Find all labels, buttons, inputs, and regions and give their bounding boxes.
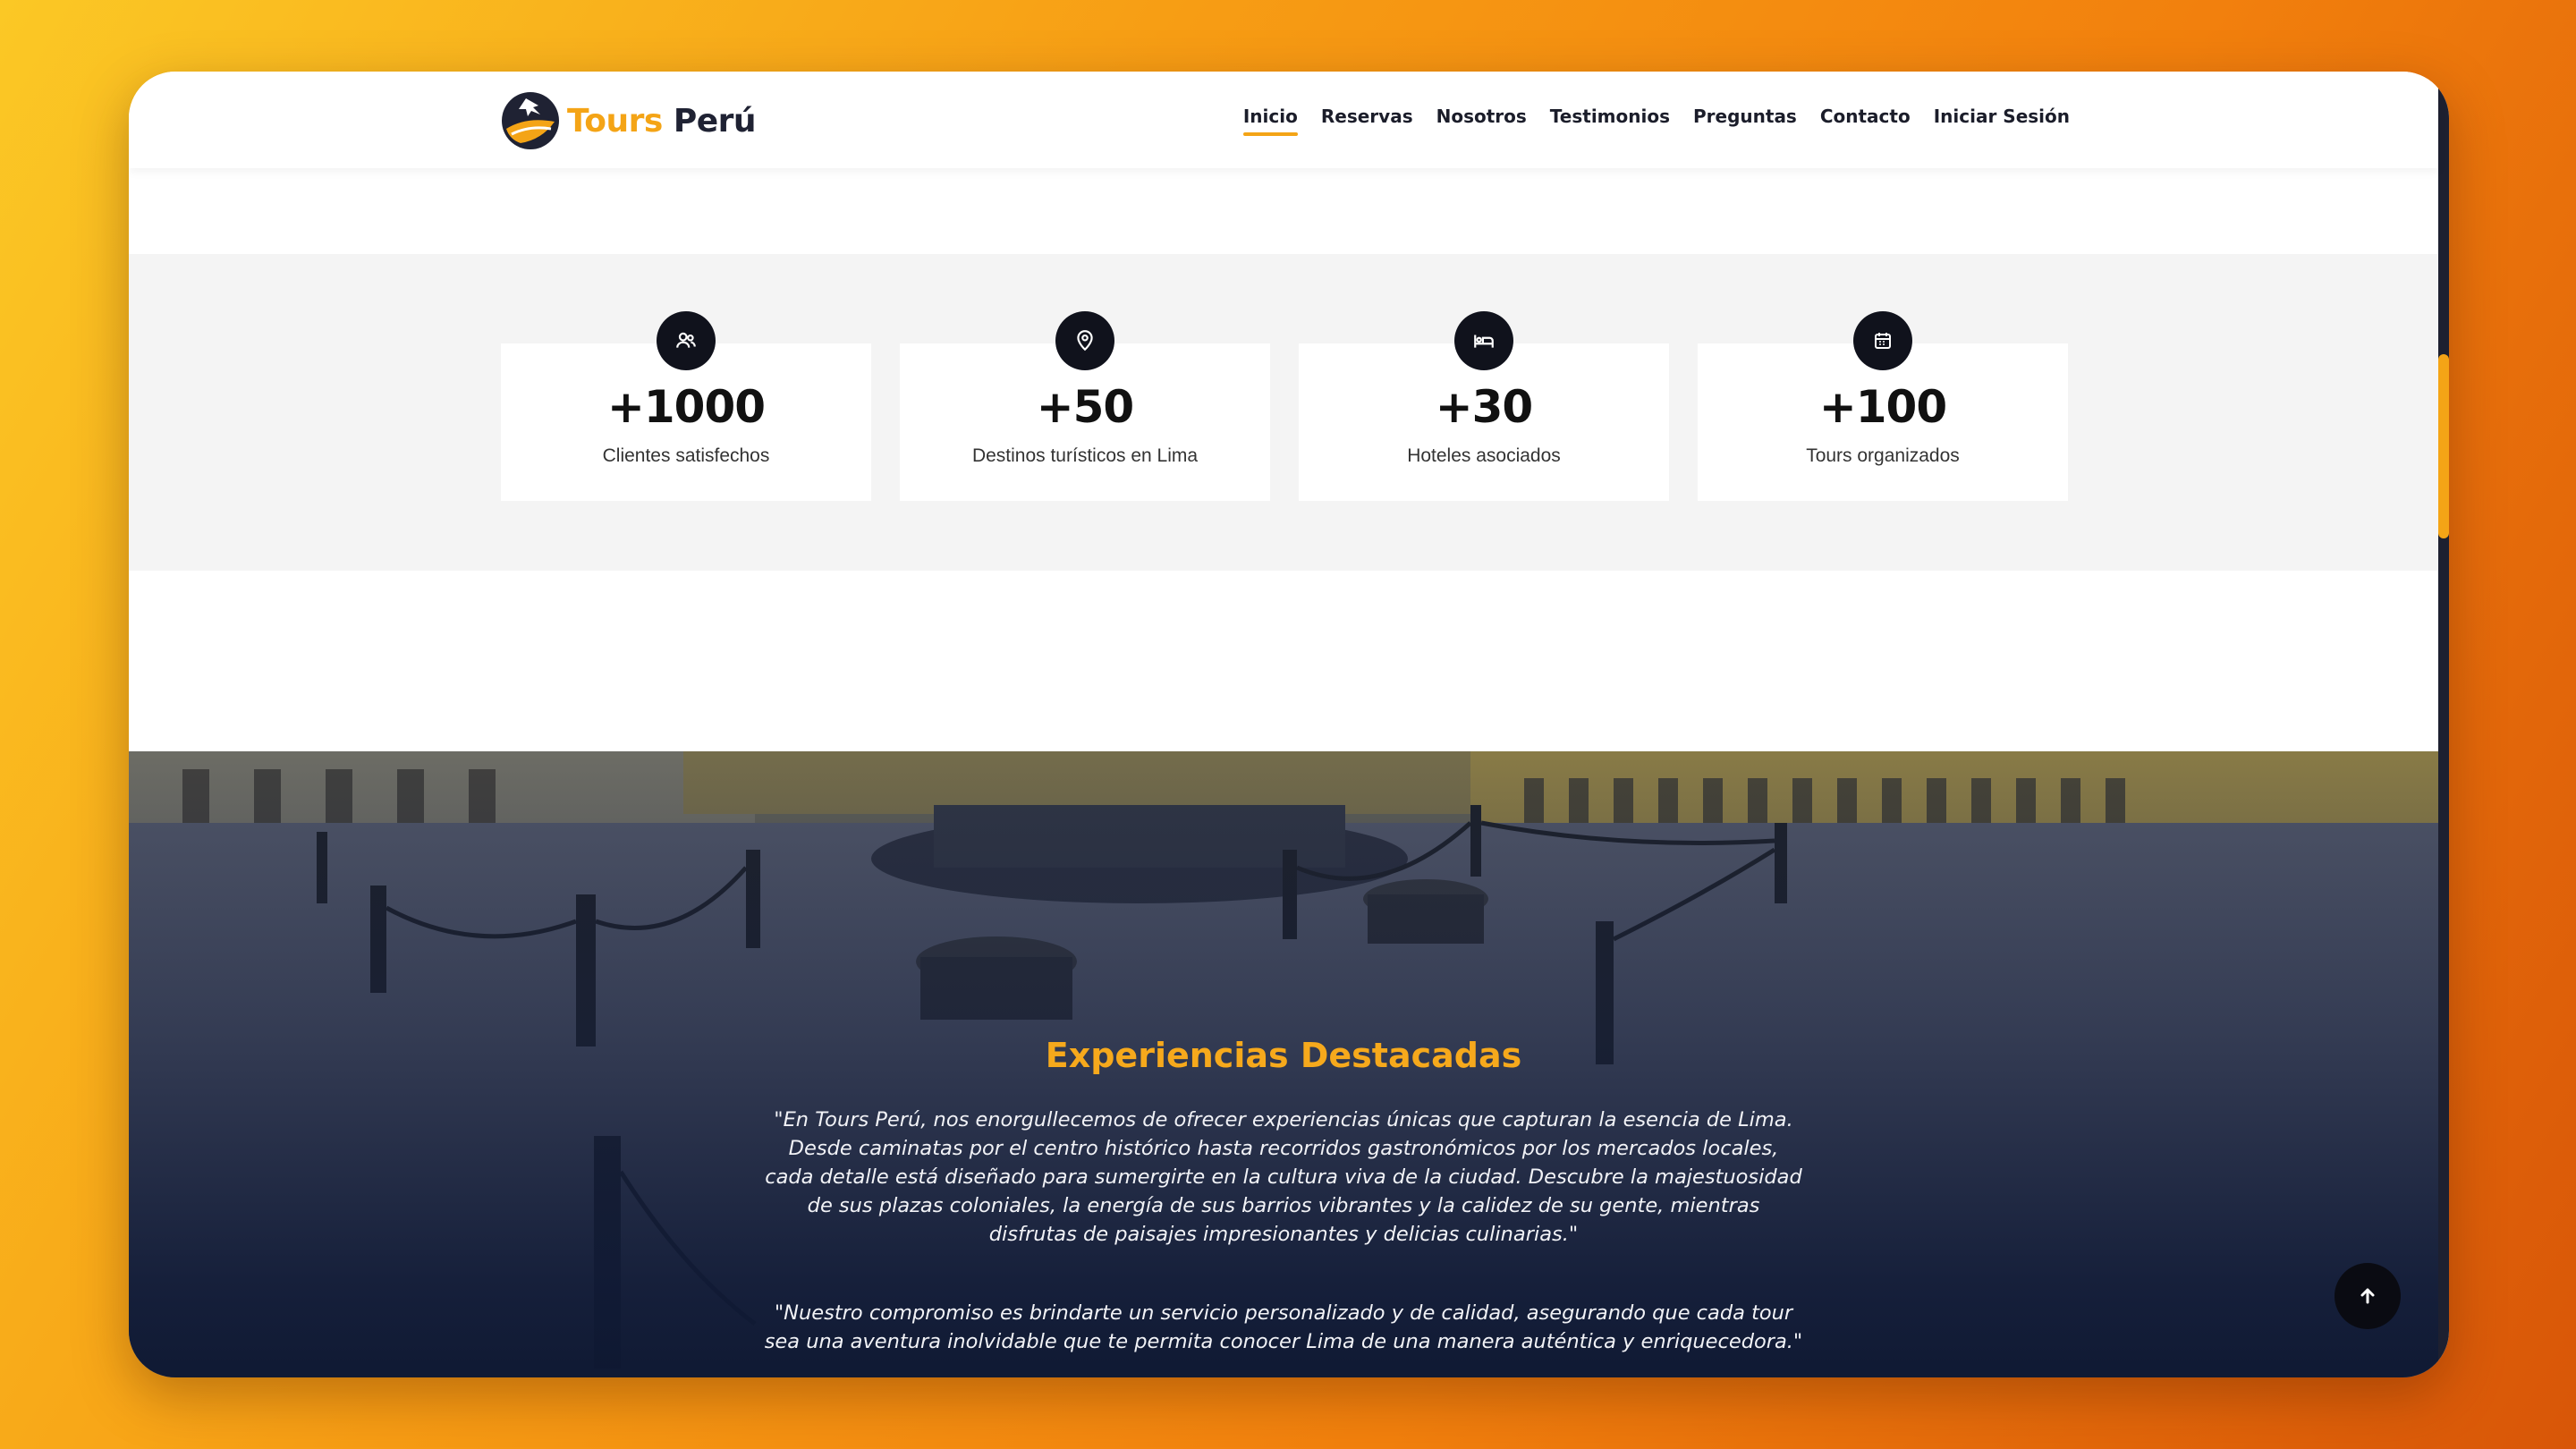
nav-link-nosotros[interactable]: Nosotros <box>1436 106 1527 136</box>
experiences-hero: Experiencias Destacadas "En Tours Perú, … <box>129 751 2438 1377</box>
users-icon <box>657 311 716 370</box>
nav-link-contacto[interactable]: Contacto <box>1820 106 1911 136</box>
nav-link-preguntas[interactable]: Preguntas <box>1693 106 1797 136</box>
site-header: Tours Perú Inicio Reservas Nosotros Test… <box>129 72 2438 168</box>
nav-link-inicio[interactable]: Inicio <box>1242 106 1298 136</box>
stats-section: +1000 Clientes satisfechos +50 Destinos … <box>129 254 2438 571</box>
main-nav: Inicio Reservas Nosotros Testimonios Pre… <box>1242 106 2070 136</box>
nav-link-reservas[interactable]: Reservas <box>1321 106 1413 136</box>
bed-icon <box>1454 311 1513 370</box>
stat-value: +1000 <box>606 381 766 433</box>
nav-link-testimonios[interactable]: Testimonios <box>1550 106 1670 136</box>
map-pin-icon <box>1055 311 1114 370</box>
brand-name: Tours Perú <box>567 102 757 140</box>
brand-logo[interactable]: Tours Perú <box>499 89 757 152</box>
experiences-paragraph-2: "Nuestro compromiso es brindarte un serv… <box>764 1301 1803 1353</box>
experiences-paragraph-1: "En Tours Perú, nos enorgullecemos de of… <box>765 1108 1802 1246</box>
arrow-up-icon <box>2360 1288 2375 1304</box>
experiences-title: Experiencias Destacadas <box>1045 1036 1522 1075</box>
stat-card-tours: +100 Tours organizados <box>1698 311 2068 501</box>
scroll-to-top-button[interactable] <box>2334 1263 2401 1329</box>
stat-label: Tours organizados <box>1806 445 1960 466</box>
stat-value: +100 <box>1818 381 1947 433</box>
calendar-icon <box>1853 311 1912 370</box>
browser-frame: Tours Perú Inicio Reservas Nosotros Test… <box>129 72 2449 1377</box>
stat-card-destinations: +50 Destinos turísticos en Lima <box>900 311 1270 501</box>
page-scrollbar[interactable] <box>2438 72 2449 1377</box>
logo-mark-icon <box>502 92 559 149</box>
stat-label: Destinos turísticos en Lima <box>971 445 1199 466</box>
stat-label: Hoteles asociados <box>1407 445 1561 466</box>
stat-card-clients: +1000 Clientes satisfechos <box>501 311 871 501</box>
stat-value: +50 <box>1036 381 1134 433</box>
stat-value: +30 <box>1435 381 1533 433</box>
brand-word-1: Tours <box>567 102 663 140</box>
scrollbar-thumb[interactable] <box>2438 354 2449 538</box>
stat-label: Clientes satisfechos <box>602 445 770 466</box>
nav-link-iniciar-sesion[interactable]: Iniciar Sesión <box>1934 106 2070 136</box>
stat-card-hotels: +30 Hoteles asociados <box>1299 311 1669 501</box>
brand-word-2: Perú <box>673 102 757 140</box>
